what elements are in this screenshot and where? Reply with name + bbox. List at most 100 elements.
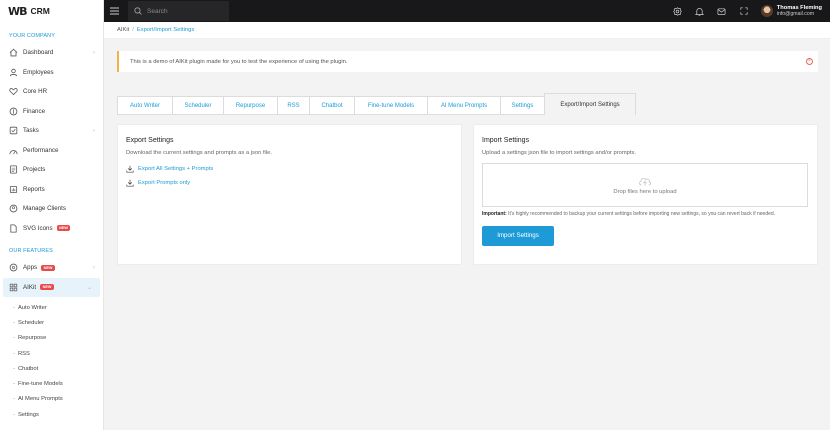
sidebar-item-employees[interactable]: Employees — [0, 63, 103, 83]
sidebar-item-label: Dashboard — [23, 49, 54, 57]
sidebar-subitem-repurpose[interactable]: - Repurpose — [0, 331, 103, 346]
tab-ai-menu-prompts[interactable]: AI Menu Prompts — [427, 96, 500, 115]
sidebar-subitem-label: Fine-tune Models — [17, 381, 63, 388]
apps-icon — [9, 263, 18, 272]
sidebar-item-label: SVG Icons — [23, 224, 53, 232]
dash: - — [13, 319, 15, 326]
import-settings-card: Import Settings Upload a settings json f… — [473, 124, 818, 265]
topbar-actions: Thomas Fleming info@gmail.com — [667, 0, 830, 22]
performance-icon — [9, 146, 18, 155]
dash: - — [13, 335, 15, 342]
user-icon — [9, 68, 18, 77]
tasks-icon — [9, 126, 18, 135]
breadcrumb-separator: / — [132, 27, 134, 33]
sidebar-item-tasks[interactable]: Tasks › — [0, 121, 103, 141]
aikit-icon — [9, 283, 18, 292]
sidebar-item-label: Performance — [23, 146, 59, 154]
sidebar-subitem-chatbot[interactable]: - Chatbot — [0, 361, 103, 376]
sidebar-subitem-auto-writer[interactable]: - Auto Writer — [0, 300, 103, 315]
sidebar-item-aikit[interactable]: AIKit NEW ⌄ — [3, 277, 100, 297]
avatar — [760, 5, 773, 17]
breadcrumb-root[interactable]: AIKit — [117, 27, 129, 33]
new-badge: NEW — [41, 264, 55, 271]
tab-auto-writer[interactable]: Auto Writer — [117, 96, 172, 115]
gear-icon — [673, 6, 683, 16]
export-description: Download the current settings and prompt… — [126, 150, 272, 156]
import-note: Important: It's highly recommended to ba… — [482, 210, 809, 219]
brand-name: CRM — [30, 6, 50, 16]
sidebar-item-projects[interactable]: Projects — [0, 160, 103, 180]
dropzone-text: Drop files here to upload — [613, 189, 677, 195]
sidebar-subitem-label: Repurpose — [17, 335, 47, 342]
sidebar-subitem-scheduler[interactable]: - Scheduler — [0, 315, 103, 330]
sidebar-subitem-ai-menu-prompts[interactable]: - AI Menu Prompts — [0, 392, 103, 407]
export-all-link[interactable]: Export All Settings + Prompts — [126, 165, 453, 173]
tab-fine-tune-models[interactable]: Fine-tune Models — [354, 96, 427, 115]
tab-export-import-settings[interactable]: Export/Import Settings — [544, 93, 636, 115]
notifications-button[interactable] — [689, 0, 711, 22]
dash: - — [13, 304, 15, 311]
tab-repurpose[interactable]: Repurpose — [223, 96, 277, 115]
tab-chatbot[interactable]: Chatbot — [309, 96, 354, 115]
export-prompts-link[interactable]: Export Prompts only — [126, 179, 453, 187]
sidebar-item-dashboard[interactable]: Dashboard › — [0, 43, 103, 63]
sidebar-item-core-hr[interactable]: Core HR — [0, 82, 103, 102]
sidebar-item-label: Tasks — [23, 127, 39, 135]
sidebar-item-label: Apps — [23, 264, 38, 272]
brand[interactable]: WB CRM — [0, 0, 103, 22]
mail-icon — [717, 7, 726, 15]
new-badge: NEW — [56, 225, 71, 232]
sidebar-item-performance[interactable]: Performance — [0, 141, 103, 161]
hamburger-menu-button[interactable] — [104, 0, 124, 22]
close-icon[interactable]: × — [806, 58, 813, 65]
sidebar-item-reports[interactable]: Reports — [0, 180, 103, 200]
settings-button[interactable] — [667, 0, 689, 22]
sidebar: WB CRM YOUR COMPANY Dashboard › Employee… — [0, 0, 104, 430]
section-title-features: OUR FEATURES — [9, 248, 53, 254]
sidebar-item-finance[interactable]: Finance — [0, 102, 103, 122]
sidebar-subitem-label: Scheduler — [17, 319, 45, 326]
download-icon — [126, 165, 134, 173]
messages-button[interactable] — [711, 0, 733, 22]
sidebar-item-manage-clients[interactable]: Manage Clients — [0, 199, 103, 219]
sidebar-subitem-label: RSS — [17, 350, 30, 357]
export-title: Export Settings — [126, 137, 174, 144]
new-badge: NEW — [40, 284, 54, 291]
finance-icon — [9, 107, 18, 116]
chevron-right-icon: › — [93, 127, 95, 134]
sidebar-subitem-label: Settings — [17, 411, 39, 418]
file-dropzone[interactable]: Drop files here to upload — [482, 163, 808, 207]
clients-icon — [9, 204, 18, 213]
dash: - — [13, 381, 15, 388]
dash: - — [13, 365, 15, 372]
home-icon — [9, 48, 18, 57]
chevron-right-icon: › — [93, 264, 95, 271]
tab-rss[interactable]: RSS — [277, 96, 309, 115]
search-input[interactable]: Search — [128, 1, 229, 21]
dash: - — [13, 396, 15, 403]
topbar: Search Thomas Fleming info@gmail.com — [104, 0, 830, 22]
fullscreen-button[interactable] — [733, 0, 755, 22]
settings-tabs: Auto Writer Scheduler Repurpose RSS Chat… — [117, 93, 636, 115]
cloud-upload-icon — [639, 177, 652, 186]
sidebar-item-label: Core HR — [23, 88, 48, 96]
sidebar-subitem-settings[interactable]: - Settings — [0, 407, 103, 422]
user-menu[interactable]: Thomas Fleming info@gmail.com — [755, 5, 830, 17]
breadcrumb-current: Export/Import Settings — [136, 27, 195, 33]
tab-scheduler[interactable]: Scheduler — [172, 96, 223, 115]
sidebar-subitem-rss[interactable]: - RSS — [0, 346, 103, 361]
sidebar-subitem-label: AI Menu Prompts — [17, 396, 63, 403]
sidebar-subitem-fine-tune-models[interactable]: - Fine-tune Models — [0, 376, 103, 391]
export-prompts-label: Export Prompts only — [138, 180, 191, 186]
import-settings-button[interactable]: Import Settings — [482, 225, 554, 246]
tab-settings[interactable]: Settings — [500, 96, 545, 115]
hamburger-icon — [109, 7, 119, 15]
svg-icons-icon — [9, 224, 18, 233]
sidebar-item-label: AIKit — [23, 283, 37, 291]
note-text: It's highly recommended to backup your c… — [506, 211, 776, 217]
sidebar-item-label: Projects — [23, 166, 46, 174]
sidebar-item-svg-icons[interactable]: SVG Icons NEW — [0, 219, 103, 239]
sidebar-item-apps[interactable]: Apps NEW › — [0, 258, 103, 278]
brand-logo: WB — [8, 4, 28, 18]
dash: - — [13, 411, 15, 418]
